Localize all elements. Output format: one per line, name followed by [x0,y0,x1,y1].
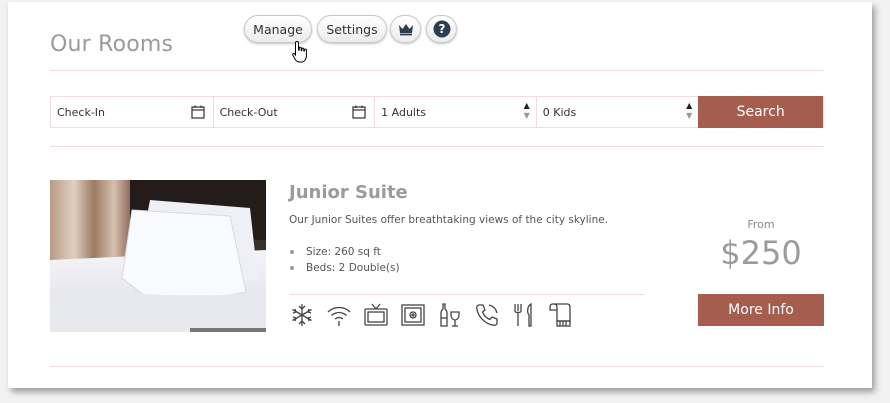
help-button[interactable]: ? [426,15,457,43]
checkin-placeholder: Check-In [57,105,106,119]
checkout-field[interactable]: Check-Out [214,97,376,127]
restaurant-icon [514,302,532,327]
arrow-up-icon[interactable]: ▲ [524,101,530,111]
manage-button[interactable]: Manage [244,15,312,43]
kids-value: 0 Kids [542,105,577,119]
phone-icon [476,304,498,326]
crown-icon [398,24,413,36]
feature-beds: Beds: 2 Double(s) [289,260,400,276]
tv-icon [364,303,388,326]
towel-icon [549,303,571,327]
page-title: Our Rooms [50,32,174,57]
safe-icon [401,304,425,326]
arrow-down-icon[interactable]: ▼ [686,111,692,121]
room-description: Our Junior Suites offer breathtaking vie… [289,214,609,226]
search-bar: Check-In Check-Out 1 Adults ▲ ▼ 0 Kids ▲… [50,96,824,128]
rooms-widget: Our Rooms Manage Settings ? Check-In Che [8,2,872,388]
calendar-icon[interactable] [190,105,205,119]
arrow-down-icon[interactable]: ▼ [524,111,530,121]
checkin-field[interactable]: Check-In [51,97,214,127]
hand-cursor-icon [292,40,307,63]
wifi-icon [327,306,351,326]
svg-text:?: ? [438,22,445,36]
more-info-button[interactable]: More Info [698,294,824,326]
help-icon: ? [433,20,450,38]
amenity-icons [289,302,574,328]
upgrade-button[interactable] [390,15,421,43]
snowflake-icon [292,304,312,326]
room-title[interactable]: Junior Suite [289,182,408,203]
feature-size: Size: 260 sq ft [289,244,400,260]
price-from-label: From [747,218,775,231]
kids-spinner[interactable]: ▲ ▼ [686,101,692,121]
adults-value: 1 Adults [381,105,427,119]
room-features: Size: 260 sq ft Beds: 2 Double(s) [289,244,400,276]
arrow-up-icon[interactable]: ▲ [686,101,692,111]
room-photo-image [50,180,266,332]
checkout-placeholder: Check-Out [219,105,278,119]
kids-stepper[interactable]: 0 Kids ▲ ▼ [537,97,699,127]
divider [289,294,644,295]
divider [50,70,824,71]
room-price: $250 [720,234,802,272]
calendar-icon[interactable] [352,105,366,119]
search-button[interactable]: Search [698,96,823,128]
adults-spinner[interactable]: ▲ ▼ [524,101,530,121]
room-photo[interactable] [50,180,266,332]
divider [50,366,824,367]
wine-icon [440,303,460,327]
divider [50,146,824,147]
adults-stepper[interactable]: 1 Adults ▲ ▼ [375,97,537,127]
settings-button[interactable]: Settings [317,15,387,43]
